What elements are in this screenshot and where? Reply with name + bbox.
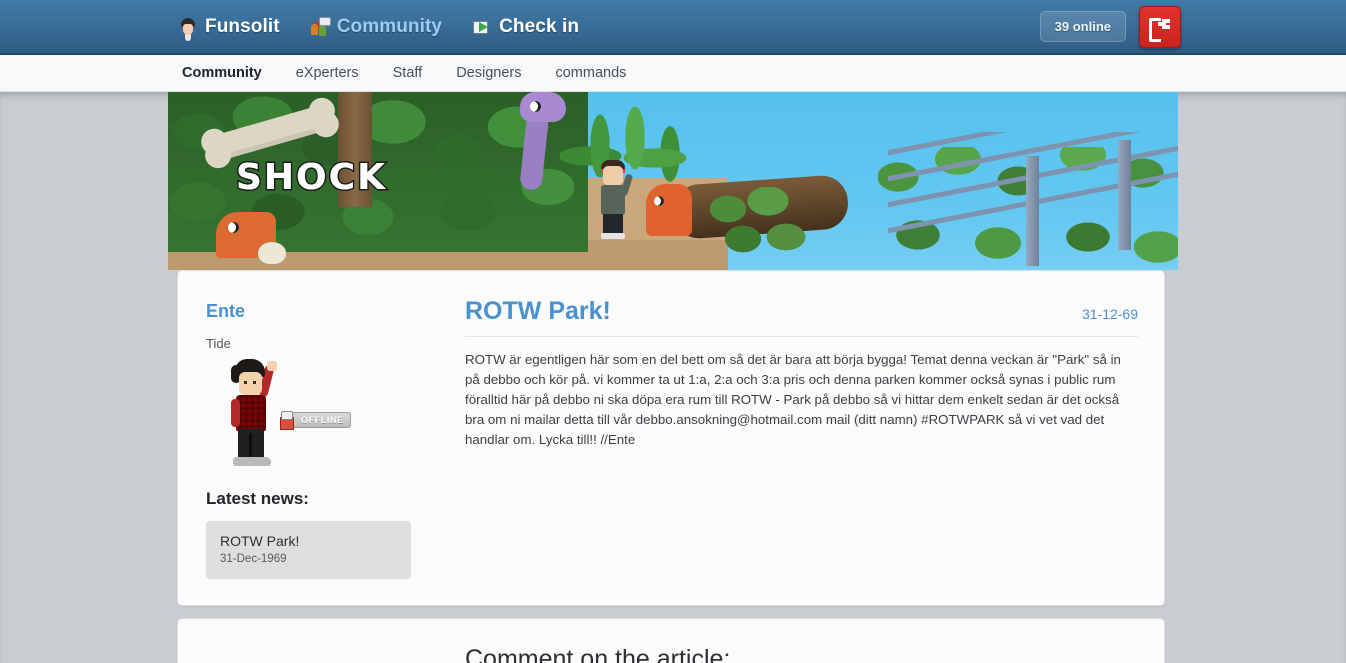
avatar-arm — [231, 399, 240, 427]
nav-link-community[interactable]: Community — [310, 16, 442, 38]
banner-character-shoes — [601, 233, 625, 239]
group-people-icon — [310, 16, 331, 37]
online-count-badge[interactable]: 39 online — [1039, 11, 1126, 42]
article-title[interactable]: ROTW Park! — [465, 297, 611, 326]
article-card: Ente Tide OFFLINE Latest news: ROTW Park… — [177, 270, 1165, 606]
page-body: SHOCK Ente Tide OFFLINE Latest news: ROT… — [0, 92, 1346, 663]
nav-link-check-in-label: Check in — [499, 15, 580, 37]
subnav-item-designers[interactable]: Designers — [452, 63, 525, 83]
banner-tree-right — [698, 187, 808, 270]
status-icon — [278, 411, 294, 430]
nav-link-check-in[interactable]: Check in — [472, 16, 579, 38]
avatar — [231, 359, 277, 469]
banner-fence — [888, 132, 1178, 270]
article-body-text: ROTW är egentligen här som en del bett o… — [465, 352, 1121, 447]
status-badge-label: OFFLINE — [291, 412, 351, 428]
comment-author-sidebar: Funsolit Bruh — [178, 619, 443, 663]
news-item-date: 31-Dec-1969 — [220, 553, 287, 565]
avatar-trousers — [238, 429, 264, 459]
site-banner: SHOCK — [168, 92, 1178, 270]
avatar-face — [239, 372, 262, 395]
avatar-shirt — [236, 395, 266, 431]
logout-icon — [1149, 17, 1171, 42]
subnav-item-commands[interactable]: commands — [551, 63, 630, 83]
article-header: ROTW Park! 31-12-69 — [465, 297, 1138, 337]
author-motto: Tide — [206, 336, 231, 351]
news-list-item[interactable]: ROTW Park! 31-Dec-1969 — [206, 521, 411, 579]
banner-character-legs — [603, 214, 623, 234]
banner-character-head — [603, 166, 623, 185]
logout-button[interactable] — [1139, 5, 1181, 48]
banner-fence-post — [1118, 140, 1131, 250]
author-avatar-row: OFFLINE — [206, 359, 443, 479]
nav-link-funsolit-label: Funsolit — [205, 15, 280, 37]
banner-character — [596, 158, 634, 240]
header-right-group: 39 online — [1039, 5, 1181, 48]
comment-main: Comment on the article: — [443, 619, 1164, 663]
subnav-item-staff[interactable]: Staff — [389, 63, 427, 83]
primary-nav: Funsolit Community Check in — [178, 16, 579, 38]
top-header-bar: Funsolit Community Check in 39 online — [0, 0, 1346, 55]
banner-fence-post — [1026, 156, 1039, 266]
nav-link-funsolit[interactable]: Funsolit — [178, 16, 280, 38]
avatar-shoes — [233, 457, 271, 466]
nav-link-community-label: Community — [336, 15, 443, 37]
avatar-hand — [267, 361, 277, 371]
article-author-sidebar: Ente Tide OFFLINE Latest news: ROTW Park… — [178, 271, 443, 605]
news-item-title: ROTW Park! — [220, 533, 300, 549]
check-in-icon — [472, 17, 492, 37]
latest-news-heading: Latest news: — [206, 489, 309, 508]
status-badge[interactable]: OFFLINE — [278, 411, 351, 430]
article-main: ROTW Park! 31-12-69 ROTW är egentligen h… — [443, 271, 1164, 605]
subnav-item-community[interactable]: Community — [178, 63, 266, 83]
author-name[interactable]: Ente — [206, 301, 443, 322]
content-column: Ente Tide OFFLINE Latest news: ROTW Park… — [177, 270, 1165, 663]
habbo-head-icon — [178, 17, 198, 37]
secondary-nav: Community eXperters Staff Designers comm… — [0, 55, 1346, 92]
banner-logo-text: SHOCK — [235, 156, 387, 200]
article-date: 31-12-69 — [1081, 306, 1138, 322]
comment-section-heading: Comment on the article: — [465, 645, 1138, 663]
banner-orange-dino — [646, 184, 692, 236]
comment-card: Funsolit Bruh Comment on the article: — [177, 618, 1165, 663]
banner-egg — [258, 242, 286, 264]
subnav-item-experters[interactable]: eXperters — [292, 63, 363, 83]
